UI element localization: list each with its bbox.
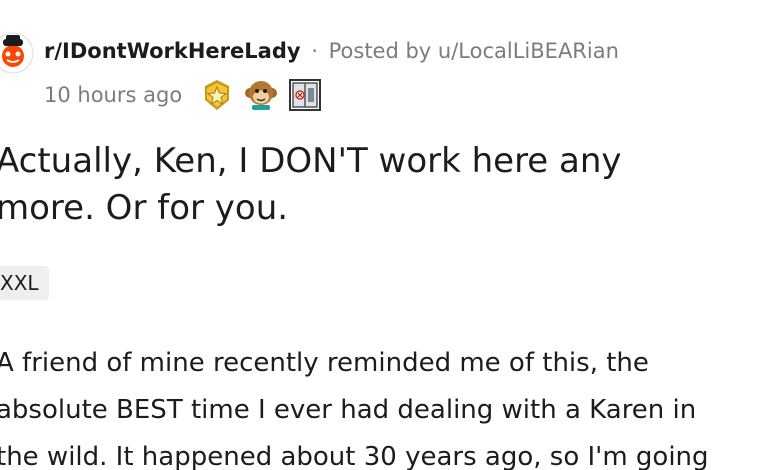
post-title-line-2: more. Or for you. [0,188,289,228]
author-link[interactable]: u/LocalLiBEARian [438,39,619,63]
subreddit-avatar-icon[interactable] [0,32,34,74]
monkey-award-icon[interactable] [244,78,278,112]
gold-star-award-icon[interactable] [200,78,234,112]
posted-by-label: Posted by [328,39,432,63]
post-title-line-1: Actually, Ken, I DON'T work here any [0,141,622,181]
post-time-row: 10 hours ago [44,78,322,112]
post-title[interactable]: Actually, Ken, I DON'T work here any mor… [0,138,780,232]
meta-separator: · [311,39,318,63]
window-award-icon[interactable] [288,78,322,112]
post-flair[interactable]: XXL [0,266,49,300]
post-body-line-1: A friend of mine recently reminded me of… [0,348,649,378]
subreddit-link[interactable]: r/IDontWorkHereLady [44,39,301,63]
post-header: r/IDontWorkHereLady · Posted by u/LocalL… [0,28,780,118]
post-body-line-3: the wild. It happened about 30 years ago… [0,442,709,470]
post-meta: r/IDontWorkHereLady · Posted by u/LocalL… [44,36,619,66]
post-body: A friend of mine recently reminded me of… [0,340,780,470]
post-timestamp[interactable]: 10 hours ago [44,83,182,107]
post-body-line-2: absolute BEST time I ever had dealing wi… [0,395,697,425]
